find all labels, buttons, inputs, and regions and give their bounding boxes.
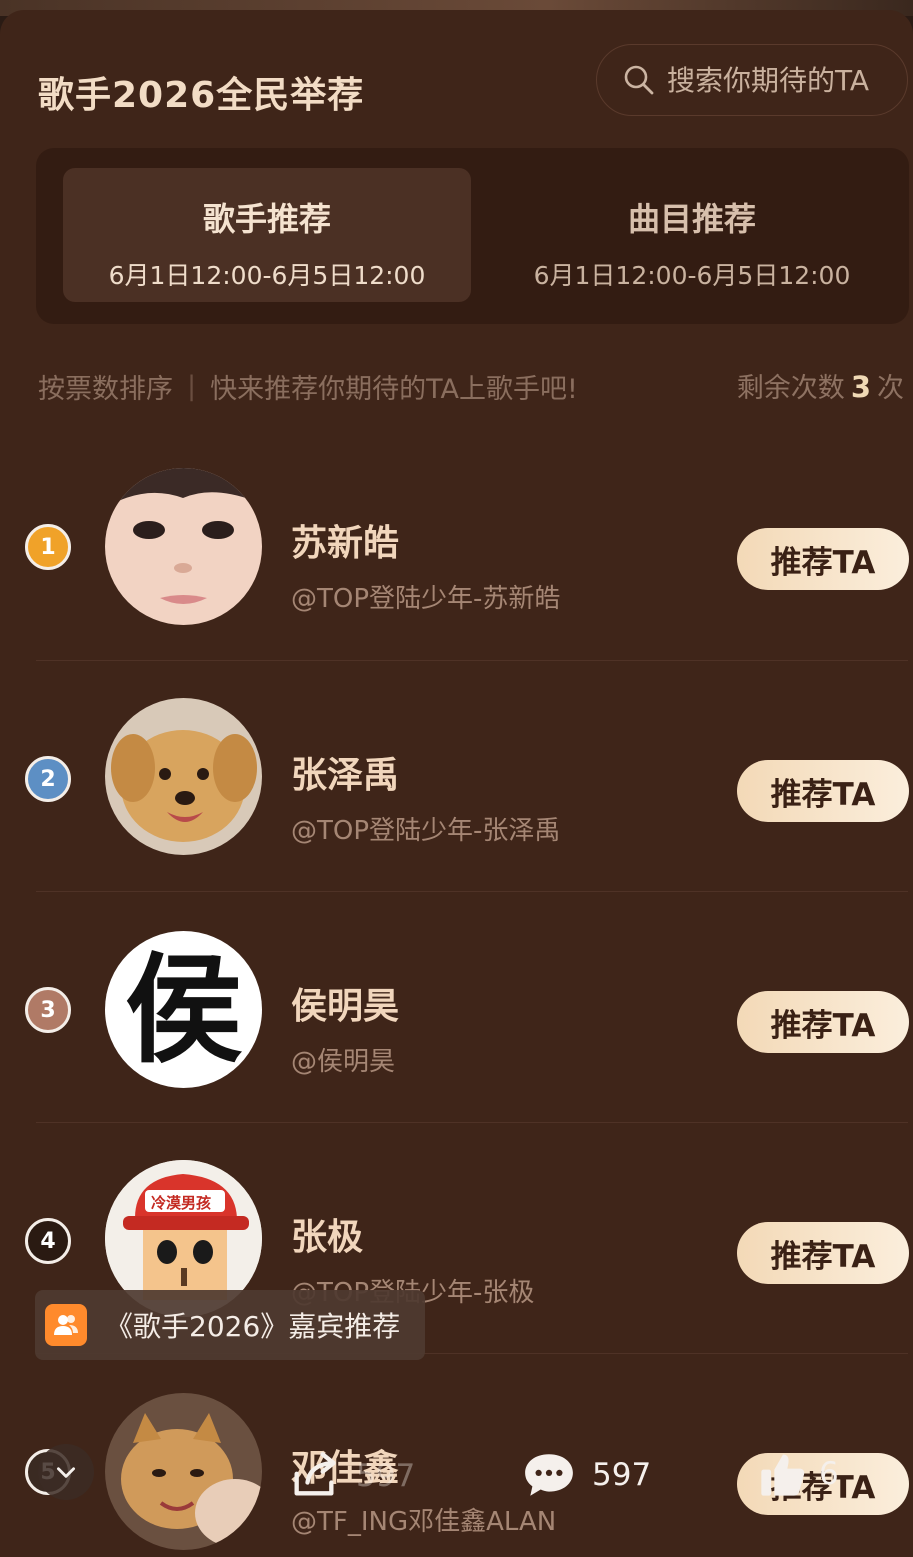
comment-count: 597 <box>592 1457 652 1493</box>
remaining-prefix: 剩余次数 <box>736 373 845 404</box>
rank-badge: 4 <box>25 1218 71 1264</box>
candidate-name: 侯明昊 <box>291 986 400 1027</box>
candidate-handle: @TOP登陆少年-苏新皓 <box>291 584 561 614</box>
candidate-name: 苏新皓 <box>291 523 400 564</box>
recommend-button[interactable]: 推荐TA <box>737 1222 909 1284</box>
avatar[interactable]: 侯 <box>105 931 262 1088</box>
tab-label: 歌手推荐 <box>202 200 331 238</box>
list-item: 2 张泽禹 @TOP登陆少年-张泽禹 推荐TA <box>0 660 913 891</box>
collapse-button[interactable] <box>38 1444 94 1500</box>
tab-singer-recommend[interactable]: 歌手推荐 6月1日12:00-6月5日12:00 <box>63 168 471 302</box>
sort-label[interactable]: 按票数排序 <box>38 367 173 406</box>
share-button[interactable]: 597 <box>288 1450 415 1502</box>
separator: | <box>187 370 197 402</box>
search-icon <box>624 65 654 95</box>
cap-text: 冷漠男孩 <box>151 1194 212 1212</box>
candidate-name: 张极 <box>291 1217 364 1258</box>
comment-icon <box>525 1454 573 1496</box>
list-item: 1 苏新皓 @TOP登陆少年-苏新皓 推荐TA <box>0 428 913 659</box>
tab-switcher: 歌手推荐 6月1日12:00-6月5日12:00 曲目推荐 6月1日12:00-… <box>36 148 909 324</box>
like-count: 6 <box>819 1456 839 1492</box>
avatar[interactable] <box>105 698 262 855</box>
avatar-character: 侯 <box>124 939 243 1079</box>
remaining-suffix: 次 <box>877 373 904 404</box>
comment-button[interactable]: 597 <box>522 1450 651 1500</box>
share-count: 597 <box>356 1458 416 1494</box>
avatar[interactable] <box>105 468 262 625</box>
sort-hint: 快来推荐你期待的TA上歌手吧! <box>210 373 578 405</box>
recommend-button[interactable]: 推荐TA <box>737 528 909 590</box>
thumbs-up-icon <box>761 1454 805 1496</box>
rank-badge: 3 <box>25 987 71 1033</box>
candidate-handle: @TOP登陆少年-张泽禹 <box>291 816 561 846</box>
tab-song-recommend[interactable]: 曲目推荐 6月1日12:00-6月5日12:00 <box>488 168 896 302</box>
remaining-votes: 剩余次数 3 次 <box>737 366 904 405</box>
tooltip-text: 《歌手2026》嘉宾推荐 <box>105 1310 401 1343</box>
recommend-button[interactable]: 推荐TA <box>737 991 909 1053</box>
guests-icon <box>45 1304 87 1346</box>
recommend-button[interactable]: 推荐TA <box>737 760 909 822</box>
list-item: 3 侯 侯明昊 @侯明昊 推荐TA <box>0 891 913 1122</box>
video-action-bar: 597 597 6 <box>0 1420 913 1557</box>
search-input[interactable] <box>667 63 897 97</box>
share-icon <box>294 1452 336 1496</box>
tab-label: 曲目推荐 <box>627 200 756 238</box>
candidate-handle: @侯明昊 <box>291 1047 396 1077</box>
guest-recommend-tooltip[interactable]: 《歌手2026》嘉宾推荐 <box>35 1290 425 1360</box>
chevron-down-icon <box>57 1467 75 1478</box>
rank-badge: 2 <box>25 756 71 802</box>
like-button[interactable]: 6 <box>757 1448 839 1500</box>
sort-bar: 按票数排序 | 快来推荐你期待的TA上歌手吧! 剩余次数 3 次 <box>38 366 908 406</box>
remaining-count: 3 <box>850 370 871 404</box>
candidate-name: 张泽禹 <box>291 755 400 796</box>
search-box[interactable] <box>596 44 908 116</box>
tab-date: 6月1日12:00-6月5日12:00 <box>108 261 426 290</box>
rank-badge: 1 <box>25 524 71 570</box>
tab-date: 6月1日12:00-6月5日12:00 <box>533 261 851 290</box>
page-title: 歌手2026全民举荐 <box>38 75 365 116</box>
